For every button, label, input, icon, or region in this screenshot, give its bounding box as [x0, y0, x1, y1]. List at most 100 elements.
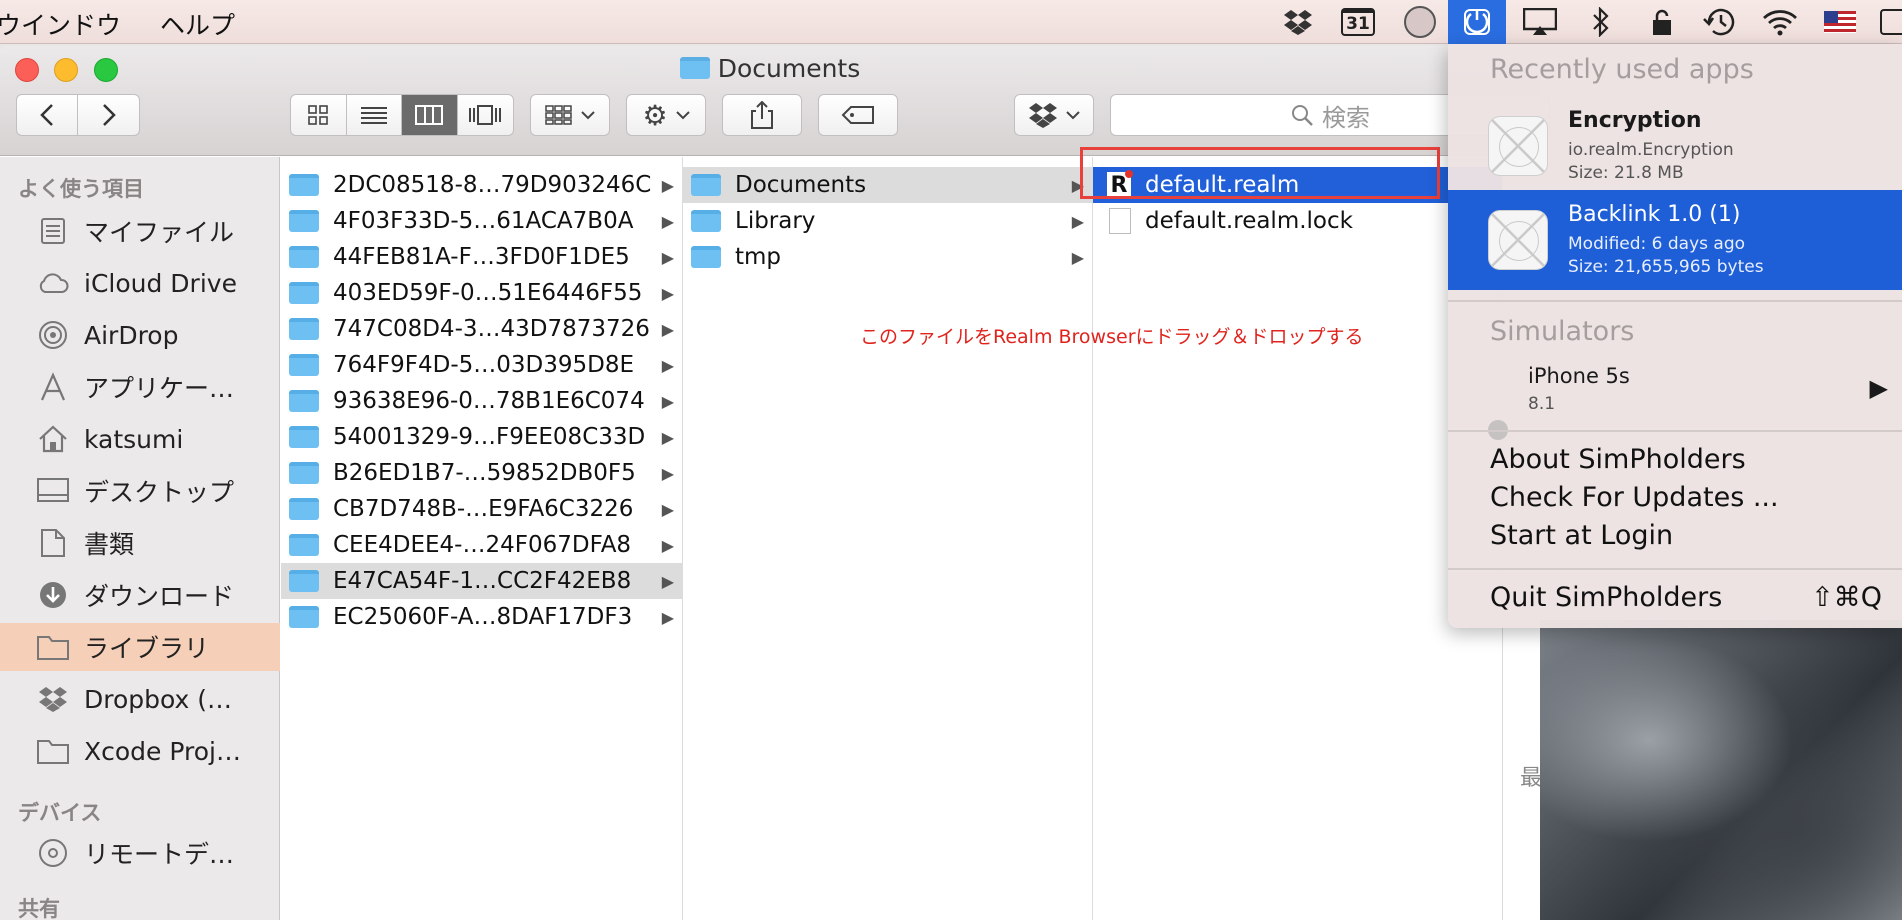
- recent-apps-heading: Recently used apps: [1490, 54, 1754, 85]
- lock-icon[interactable]: [1644, 4, 1680, 40]
- desktop-icon: [36, 476, 70, 506]
- simpholders-icon[interactable]: [1448, 0, 1506, 44]
- nav-buttons: [16, 94, 140, 136]
- app-name: Encryption: [1568, 108, 1702, 133]
- folder-icon: [691, 246, 721, 268]
- sidebar-item-all-files[interactable]: マイファイル: [0, 207, 280, 255]
- forward-button[interactable]: [78, 95, 139, 135]
- menu-separator: [1448, 430, 1902, 432]
- sidebar-item-home[interactable]: katsumi: [0, 415, 280, 463]
- dropbox-icon: [36, 684, 70, 714]
- sidebar-item-documents[interactable]: 書類: [0, 519, 280, 567]
- time-machine-icon[interactable]: [1702, 4, 1738, 40]
- shared-heading: 共有: [18, 897, 60, 920]
- folder-icon: [36, 736, 70, 766]
- folder-row[interactable]: 403ED59F-0…51E6446F55 ▶: [281, 275, 682, 311]
- menu-help[interactable]: ヘルプ: [160, 6, 235, 42]
- folder-label: CEE4DEE4-…24F067DFA8: [333, 532, 632, 558]
- folder-icon: [289, 534, 319, 556]
- folder-row[interactable]: 4F03F33D-5…61ACA7B0A ▶: [281, 203, 682, 239]
- sidebar-item-desktop[interactable]: デスクトップ: [0, 467, 280, 515]
- sidebar-item-applications[interactable]: アプリケー…: [0, 363, 280, 411]
- folder-row[interactable]: 93638E96-0…78B1E6C074 ▶: [281, 383, 682, 419]
- sidebar-item-library[interactable]: ライブラリ: [0, 623, 280, 671]
- sidebar-item-remote-disc[interactable]: リモートデ…: [0, 829, 280, 877]
- start-at-login-menu-item[interactable]: Start at Login: [1490, 520, 1673, 551]
- folder-row-tmp[interactable]: tmp ▶: [683, 239, 1092, 275]
- recent-app-encryption[interactable]: Encryption io.realm.Encryption Size: 21.…: [1448, 96, 1902, 196]
- list-view-button[interactable]: [347, 95, 402, 135]
- folder-row[interactable]: E47CA54F-1…CC2F42EB8 ▶: [281, 563, 682, 599]
- sidebar-item-xcode-projects[interactable]: Xcode Proj…: [0, 727, 280, 775]
- disclosure-arrow-icon: ▶: [661, 391, 674, 411]
- folder-row-library[interactable]: Library ▶: [683, 203, 1092, 239]
- column-2: Documents ▶ Library ▶ tmp ▶: [683, 157, 1093, 920]
- search-icon: [1292, 105, 1313, 126]
- bluetooth-icon[interactable]: [1583, 4, 1619, 40]
- menu-window[interactable]: ウインドウ: [0, 6, 121, 42]
- folder-row[interactable]: 747C08D4-3…43D7873726 ▶: [281, 311, 682, 347]
- column-view-button[interactable]: [402, 95, 458, 135]
- folder-label: 403ED59F-0…51E6446F55: [333, 280, 643, 306]
- dropbox-toolbar-button[interactable]: [1014, 94, 1094, 136]
- file-row-default-realm-lock[interactable]: default.realm.lock: [1093, 203, 1502, 239]
- folder-label: 4F03F33D-5…61ACA7B0A: [333, 208, 634, 234]
- wifi-icon[interactable]: [1762, 4, 1798, 40]
- simulator-item-iphone-5s[interactable]: iPhone 5s 8.1 ▶: [1448, 354, 1902, 440]
- submenu-arrow-icon: ▶: [1869, 374, 1888, 402]
- flag-icon[interactable]: [1822, 4, 1858, 40]
- disclosure-arrow-icon: ▶: [661, 319, 674, 339]
- check-updates-menu-item[interactable]: Check For Updates ...: [1490, 482, 1779, 513]
- app-detail: io.realm.Encryption: [1568, 140, 1734, 160]
- notification-icon[interactable]: [1880, 4, 1902, 40]
- menu-bar: ウインドウ ヘルプ 31: [0, 0, 1902, 44]
- share-button[interactable]: [722, 94, 802, 136]
- folder-row[interactable]: 44FEB81A-F…3FD0F1DE5 ▶: [281, 239, 682, 275]
- folder-label: E47CA54F-1…CC2F42EB8: [333, 568, 632, 594]
- folder-row[interactable]: EC25060F-A…8DAF17DF3 ▶: [281, 599, 682, 635]
- folder-icon: [289, 210, 319, 232]
- disclosure-arrow-icon: ▶: [661, 175, 674, 195]
- disclosure-arrow-icon: ▶: [661, 499, 674, 519]
- circle-icon[interactable]: [1402, 4, 1438, 40]
- back-button[interactable]: [17, 95, 79, 135]
- folder-row[interactable]: CEE4DEE4-…24F067DFA8 ▶: [281, 527, 682, 563]
- simpholders-menu: Recently used apps Encryption io.realm.E…: [1448, 44, 1902, 628]
- arrange-button[interactable]: [530, 94, 610, 136]
- action-button[interactable]: ⚙: [626, 94, 706, 136]
- folder-row-documents[interactable]: Documents ▶: [683, 167, 1092, 203]
- simulators-heading: Simulators: [1490, 316, 1635, 347]
- column-3: R default.realm default.realm.lock: [1093, 157, 1503, 920]
- about-menu-item[interactable]: About SimPholders: [1490, 444, 1746, 475]
- cover-flow-button[interactable]: [458, 95, 514, 135]
- folder-icon: [289, 426, 319, 448]
- all-files-icon: [36, 216, 70, 246]
- applications-icon: [36, 372, 70, 402]
- sidebar-item-downloads[interactable]: ダウンロード: [0, 571, 280, 619]
- folder-row[interactable]: 764F9F4D-5…03D395D8E ▶: [281, 347, 682, 383]
- simulator-name: iPhone 5s: [1528, 364, 1630, 388]
- tags-button[interactable]: [818, 94, 898, 136]
- folder-row[interactable]: CB7D748B-…E9FA6C3226 ▶: [281, 491, 682, 527]
- airplay-icon[interactable]: [1522, 4, 1558, 40]
- quit-menu-item[interactable]: Quit SimPholders: [1490, 582, 1722, 613]
- sidebar-item-airdrop[interactable]: AirDrop: [0, 311, 280, 359]
- sidebar-item-dropbox[interactable]: Dropbox (…: [0, 675, 280, 723]
- icon-view-button[interactable]: [291, 95, 347, 135]
- folder-row[interactable]: 2DC08518-8…79D903246C ▶: [281, 167, 682, 203]
- folder-row[interactable]: 54001329-9…F9EE08C33D ▶: [281, 419, 682, 455]
- folder-row[interactable]: B26ED1B7-…59852DB0F5 ▶: [281, 455, 682, 491]
- airdrop-icon: [36, 320, 70, 350]
- recent-app-backlink[interactable]: Backlink 1.0 (1) Modified: 6 days ago Si…: [1448, 190, 1902, 290]
- sidebar-item-icloud[interactable]: iCloud Drive: [0, 259, 280, 307]
- app-size: Size: 21.8 MB: [1568, 163, 1684, 183]
- calendar-icon[interactable]: 31: [1340, 4, 1376, 40]
- dropbox-icon[interactable]: [1280, 4, 1316, 40]
- folder-icon: [289, 354, 319, 376]
- window-title: Documents: [0, 54, 1540, 83]
- desktop-wallpaper: [1540, 620, 1902, 920]
- folder-label: 44FEB81A-F…3FD0F1DE5: [333, 244, 630, 270]
- disclosure-arrow-icon: ▶: [661, 463, 674, 483]
- folder-label: 747C08D4-3…43D7873726: [333, 316, 650, 342]
- column-1: 2DC08518-8…79D903246C ▶ 4F03F33D-5…61ACA7B…: [281, 157, 683, 920]
